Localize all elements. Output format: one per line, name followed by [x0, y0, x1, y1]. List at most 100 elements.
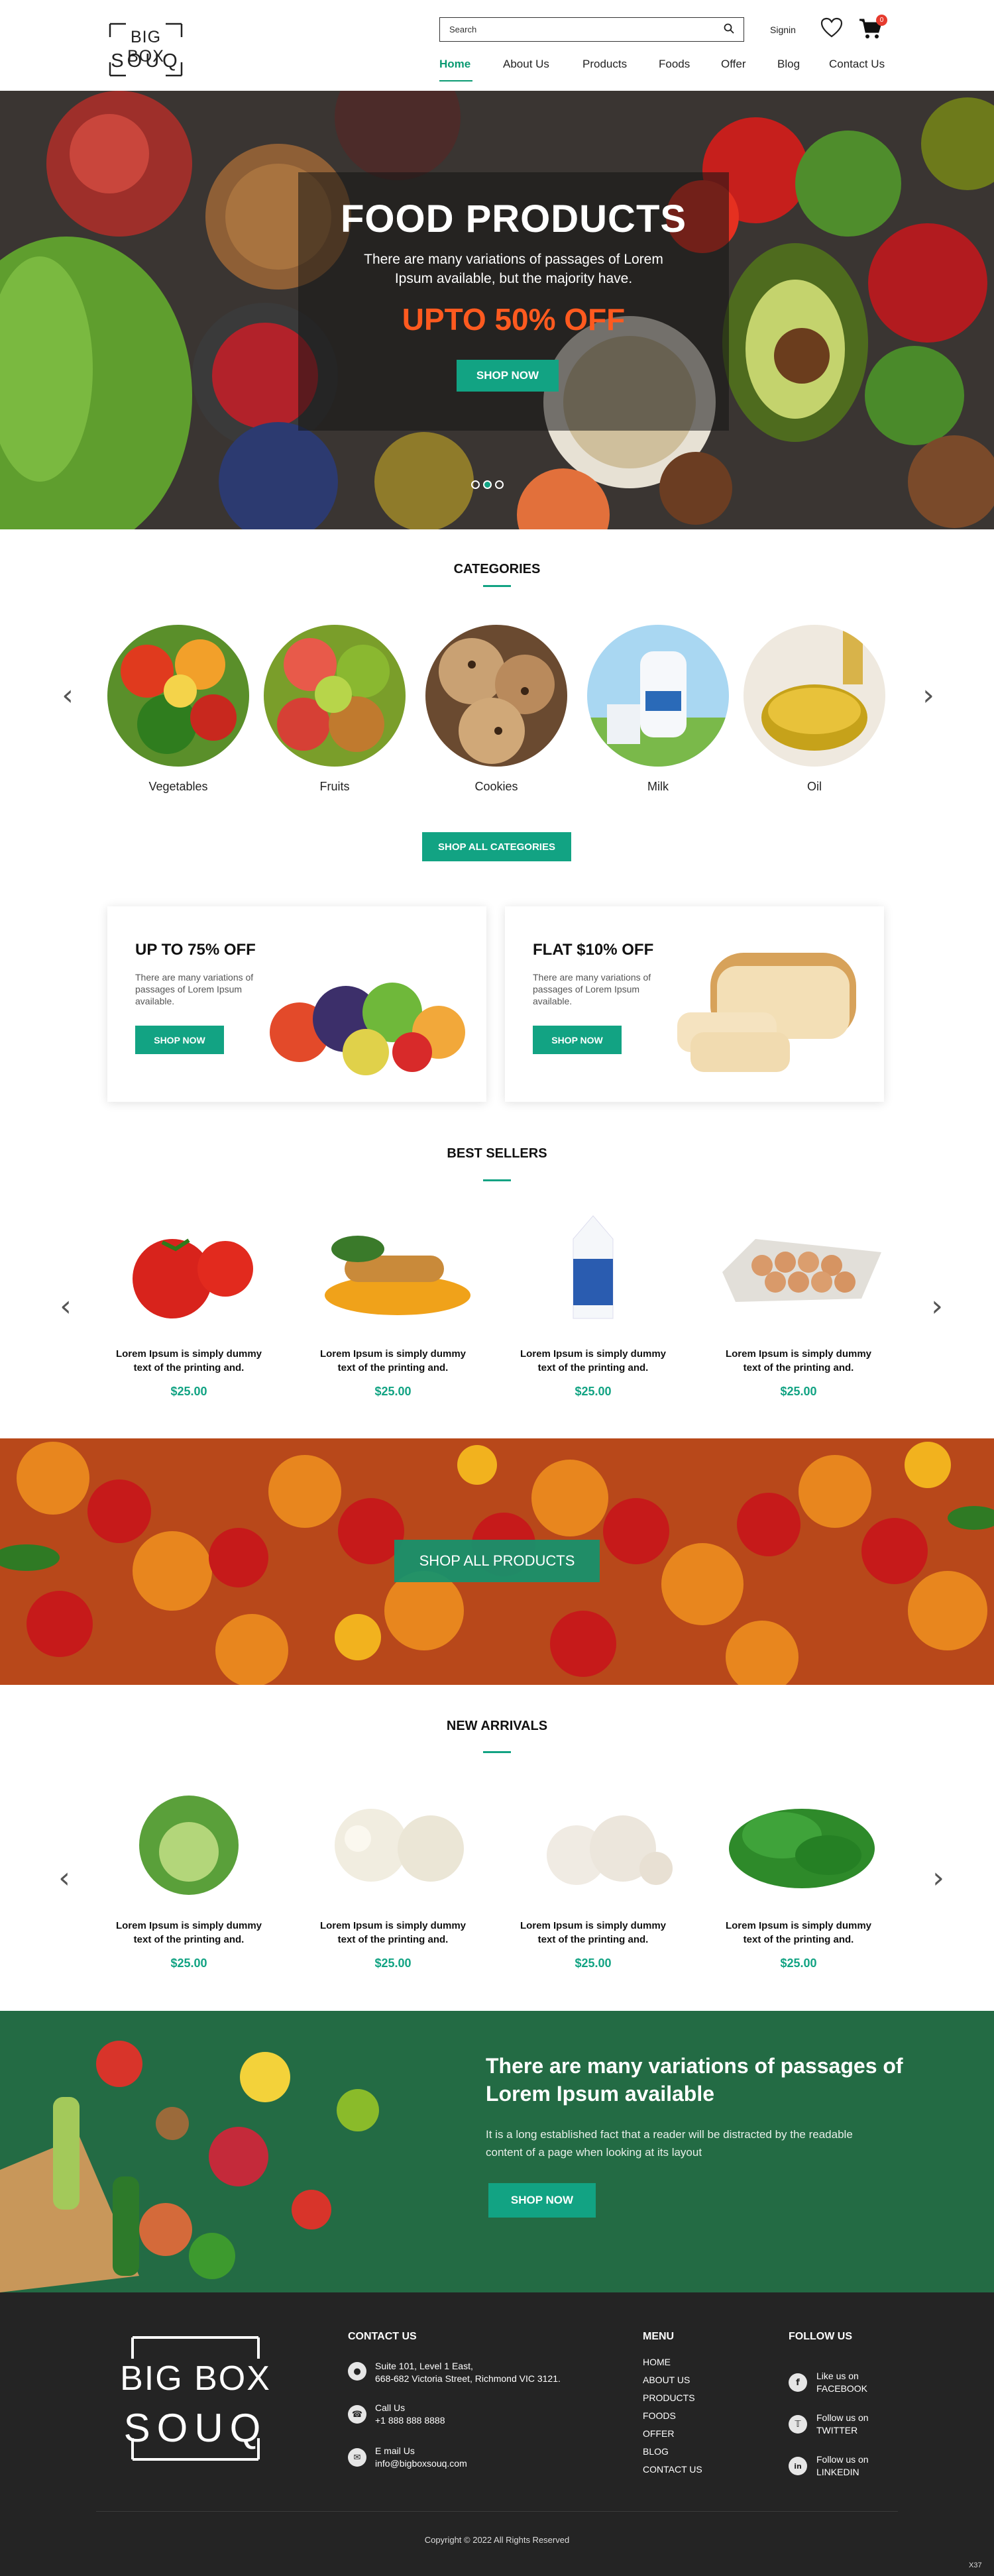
product-garlic-image [547, 1815, 673, 1885]
fruit-basket-image [270, 983, 465, 1075]
corner-tag: X37 [969, 2561, 982, 2569]
search-input[interactable]: Search [439, 17, 744, 42]
nav-about-us[interactable]: About Us [503, 58, 549, 71]
category-cookies-image[interactable] [425, 625, 567, 767]
footer-brand-line2: SOUQ [123, 2406, 268, 2450]
new-arrivals-prev-arrow[interactable]: ‹ [56, 1864, 72, 1893]
category-label[interactable]: Vegetables [107, 780, 249, 794]
search-placeholder: Search [449, 25, 477, 34]
phone-icon: ☎ [348, 2405, 366, 2424]
footer-menu-products[interactable]: PRODUCTS [643, 2392, 695, 2404]
category-label[interactable]: Cookies [425, 780, 567, 794]
cart-icon[interactable]: 0 [859, 15, 887, 41]
email-icon: ✉ [348, 2448, 366, 2467]
footer-phone[interactable]: Call Us +1 888 888 8888 [375, 2402, 445, 2427]
footer-menu-title: MENU [643, 2331, 675, 2342]
footer-twitter[interactable]: Follow us on TWITTER [816, 2412, 869, 2437]
linkedin-icon[interactable]: in [789, 2457, 807, 2475]
footer-menu-blog[interactable]: BLOG [643, 2445, 669, 2458]
category-milk-image[interactable] [587, 625, 729, 767]
hero-slider-dots [471, 480, 504, 489]
hero-subtitle: There are many variations of passages of… [364, 252, 663, 286]
product-price: $25.00 [575, 1957, 612, 1970]
section-underline [483, 585, 511, 587]
footer-menu-home[interactable]: HOME [643, 2356, 671, 2369]
slider-dot[interactable] [471, 480, 480, 489]
product-name[interactable]: Lorem Ipsum is simply dummy text of the p… [507, 1919, 679, 1947]
product-spinach-image [729, 1809, 875, 1888]
footer-facebook[interactable]: Like us on FACEBOOK [816, 2370, 867, 2395]
offer-shop-now-button[interactable]: SHOP NOW [135, 1026, 224, 1054]
offer-title: UP TO 75% OFF [135, 941, 256, 959]
product-price: $25.00 [170, 1385, 207, 1398]
product-name[interactable]: Lorem Ipsum is simply dummy text of the p… [712, 1347, 885, 1375]
categories-next-arrow[interactable]: › [920, 681, 936, 710]
promo-text: It is a long established fact that a rea… [486, 2128, 853, 2159]
promo-shop-now-button[interactable]: SHOP NOW [488, 2183, 596, 2218]
twitter-icon[interactable]: 𝕋 [789, 2415, 807, 2434]
offer-text: There are many variations of passages of… [533, 972, 651, 1006]
footer-email[interactable]: E mail Us info@bigboxsouq.com [375, 2445, 467, 2470]
footer-menu-foods[interactable]: FOODS [643, 2410, 676, 2422]
footer-linkedin[interactable]: Follow us on LINKEDIN [816, 2453, 869, 2479]
footer-logo[interactable]: BIG BOX SOUQ [106, 2332, 285, 2465]
slider-dot-active[interactable] [483, 480, 492, 489]
nav-products[interactable]: Products [582, 58, 627, 71]
category-oil-image[interactable] [744, 625, 885, 767]
search-icon[interactable] [724, 23, 734, 36]
product-eggs-image [722, 1239, 881, 1302]
cart-count-badge: 0 [876, 15, 887, 26]
product-tomato-image [133, 1238, 253, 1318]
brand-line2: SOUQ [111, 50, 181, 72]
categories-prev-arrow[interactable]: ‹ [60, 681, 76, 710]
new-arrivals-next-arrow[interactable]: › [930, 1864, 946, 1893]
nav-home[interactable]: Home [439, 58, 470, 71]
heart-icon[interactable] [820, 17, 843, 42]
footer-contact-title: CONTACT US [348, 2331, 417, 2342]
section-underline [483, 1179, 511, 1181]
signin-link[interactable]: Signin [770, 25, 796, 35]
product-cauliflower-image [335, 1809, 464, 1882]
grocery-bag-image [0, 2041, 379, 2292]
footer-divider [96, 2511, 898, 2512]
offer-title: FLAT $10% OFF [533, 941, 654, 959]
nav-offer[interactable]: Offer [721, 58, 746, 71]
product-name[interactable]: Lorem Ipsum is simply dummy text of the p… [507, 1347, 679, 1375]
category-fruits-image[interactable] [264, 625, 406, 767]
best-sellers-prev-arrow[interactable]: ‹ [58, 1292, 74, 1321]
footer-address: Suite 101, Level 1 East, 668-682 Victoria… [375, 2361, 561, 2384]
category-label[interactable]: Fruits [264, 780, 406, 794]
nav-foods[interactable]: Foods [659, 58, 690, 71]
promo-title: There are many variations of passages of… [486, 2054, 903, 2106]
footer-follow-title: FOLLOW US [789, 2331, 852, 2342]
product-price: $25.00 [374, 1957, 412, 1970]
category-label[interactable]: Oil [744, 780, 885, 794]
shop-all-products-button[interactable]: SHOP ALL PRODUCTS [394, 1540, 600, 1582]
footer-menu-about[interactable]: ABOUT US [643, 2374, 690, 2387]
shop-all-categories-button[interactable]: SHOP ALL CATEGORIES [422, 832, 571, 861]
category-vegetables-image[interactable] [107, 625, 249, 767]
product-name[interactable]: Lorem Ipsum is simply dummy text of the p… [712, 1919, 885, 1947]
brand-logo[interactable]: BIG BOX SOUQ [106, 20, 186, 80]
hero-shop-now-button[interactable]: SHOP NOW [457, 360, 559, 392]
nav-blog[interactable]: Blog [777, 58, 800, 71]
product-name[interactable]: Lorem Ipsum is simply dummy text of the p… [307, 1919, 479, 1947]
slider-dot[interactable] [495, 480, 504, 489]
footer-menu-contact[interactable]: CONTACT US [643, 2463, 702, 2476]
offer-card: UP TO 75% OFF There are many variations … [107, 906, 486, 1102]
hero-title: FOOD PRODUCTS [340, 197, 687, 241]
new-arrivals-title: NEW ARRIVALS [446, 1719, 548, 1733]
product-name[interactable]: Lorem Ipsum is simply dummy text of the p… [307, 1347, 479, 1375]
product-name[interactable]: Lorem Ipsum is simply dummy text of the p… [103, 1347, 275, 1375]
product-cabbage-image [139, 1796, 239, 1895]
hero-offer: UPTO 50% OFF [402, 302, 626, 337]
category-label[interactable]: Milk [587, 780, 729, 794]
section-underline [483, 1751, 511, 1753]
product-name[interactable]: Lorem Ipsum is simply dummy text of the p… [103, 1919, 275, 1947]
nav-contact-us[interactable]: Contact Us [829, 58, 885, 71]
best-sellers-next-arrow[interactable]: › [929, 1292, 945, 1321]
footer-menu-offer[interactable]: OFFER [643, 2428, 674, 2440]
nav-active-underline [439, 80, 472, 81]
offer-shop-now-button[interactable]: SHOP NOW [533, 1026, 622, 1054]
facebook-icon[interactable]: f [789, 2373, 807, 2392]
